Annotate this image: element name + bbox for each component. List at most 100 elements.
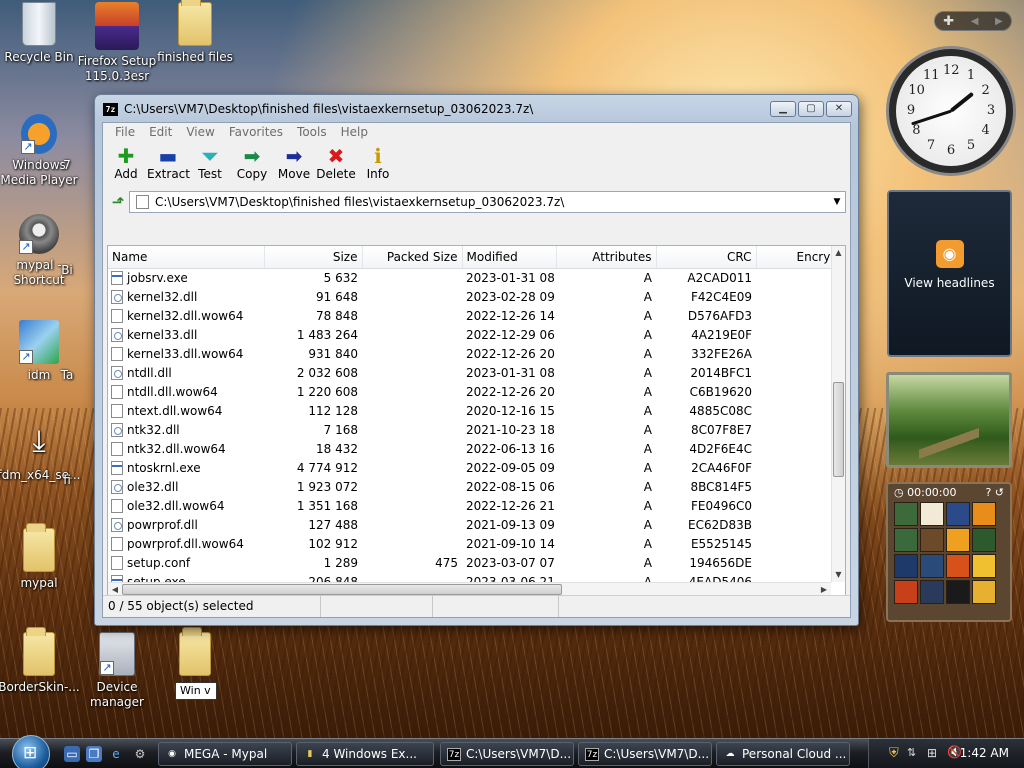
slideshow-gadget[interactable]: [886, 372, 1012, 468]
sevenzip-window[interactable]: 7z C:\Users\VM7\Desktop\finished files\v…: [94, 94, 859, 626]
prev-page-icon[interactable]: ◀: [971, 16, 979, 27]
taskbar-button[interactable]: 7z C:\Users\VM7\D...: [578, 742, 712, 766]
rename-input[interactable]: Win v: [175, 682, 217, 700]
switch-windows-icon[interactable]: ❐: [86, 746, 102, 762]
puzzle-grid[interactable]: [888, 502, 1010, 604]
column-header-packed-size[interactable]: Packed Size: [362, 246, 463, 269]
tray-arrows-icon[interactable]: ⇅: [907, 746, 916, 759]
menu-favorites[interactable]: Favorites: [222, 123, 290, 141]
column-header-crc[interactable]: CRC: [656, 246, 757, 269]
file-name: ntk32.dll.wow64: [127, 441, 226, 456]
taskbar-button[interactable]: ☁ Personal Cloud ...: [716, 742, 850, 766]
column-header-attributes[interactable]: Attributes: [556, 246, 657, 269]
menu-edit[interactable]: Edit: [142, 123, 179, 141]
horizontal-scroll-thumb[interactable]: [122, 584, 562, 595]
table-row[interactable]: ntdll.dll.wow64 1 220 608 2022-12-26 20:33…: [108, 382, 845, 401]
cell-size: 18 432: [316, 441, 358, 456]
file-name: kernel32.dll.wow64: [127, 308, 244, 323]
table-row[interactable]: kernel33.dll 1 483 264 2022-12-29 06:56 A 4A…: [108, 325, 845, 344]
table-row[interactable]: ole32.dll 1 923 072 2022-08-15 06:46 A 8BC81…: [108, 477, 845, 496]
move-button[interactable]: ➡ Move: [273, 141, 315, 189]
file-icon: [111, 384, 123, 399]
next-page-icon[interactable]: ▶: [995, 16, 1003, 27]
scroll-down-arrow-icon[interactable]: ▼: [832, 568, 845, 582]
info-button[interactable]: ℹ Info: [357, 141, 399, 189]
clock-numeral: 3: [986, 103, 996, 118]
vertical-scroll-thumb[interactable]: [833, 382, 844, 477]
show-desktop-icon[interactable]: ▭: [64, 746, 80, 762]
scroll-up-arrow-icon[interactable]: ▲: [832, 246, 845, 260]
desktop-icon-mypal-folder[interactable]: mypal: [0, 523, 81, 591]
cell-crc: 8C07F8E7: [690, 422, 752, 437]
table-row[interactable]: kernel32.dll.wow64 78 848 2022-12-26 14:39…: [108, 306, 845, 325]
window-titlebar[interactable]: 7z C:\Users\VM7\Desktop\finished files\v…: [95, 95, 858, 123]
up-folder-icon[interactable]: ⬏: [107, 192, 129, 212]
table-row[interactable]: powrprof.dll.wow64 102 912 2021-09-10 14:5…: [108, 534, 845, 553]
cell-modified: 2021-09-10 14:57: [466, 536, 556, 551]
test-button[interactable]: ⏷ Test: [189, 141, 231, 189]
taskbar-button[interactable]: 7z C:\Users\VM7\D...: [440, 742, 574, 766]
menu-help[interactable]: Help: [334, 123, 375, 141]
internet-explorer-icon[interactable]: e: [108, 746, 124, 762]
file-list[interactable]: Name Size Packed Size Modified Attribute…: [107, 245, 846, 597]
table-row[interactable]: ntext.dll.wow64 112 128 2020-12-16 15:52 A 4…: [108, 401, 845, 420]
table-row[interactable]: jobsrv.exe 5 632 2023-01-31 08:58 A A2CAD011: [108, 268, 845, 287]
desktop-icon-recycle-bin[interactable]: Recycle Bin: [0, 2, 81, 65]
partial-label: 7: [63, 158, 71, 172]
start-button[interactable]: [12, 735, 50, 768]
shield-icon[interactable]: ⛨: [889, 746, 899, 761]
desktop-icon-borderskin[interactable]: BorderSkin-...: [0, 627, 81, 695]
picture-puzzle-gadget[interactable]: ◷ 00:00:00 ? ↺: [886, 482, 1012, 622]
table-row[interactable]: ntdll.dll 2 032 608 2023-01-31 08:08 A 2014B…: [108, 363, 845, 382]
idm-icon: ↗: [19, 320, 59, 364]
column-header-name[interactable]: Name: [108, 246, 265, 269]
table-row[interactable]: powrprof.dll 127 488 2021-09-13 09:25 A EC62…: [108, 515, 845, 534]
feed-headlines-gadget[interactable]: ◉ View headlines: [887, 190, 1012, 357]
table-row[interactable]: ole32.dll.wow64 1 351 168 2022-12-26 21:27…: [108, 496, 845, 515]
menu-tools[interactable]: Tools: [290, 123, 334, 141]
column-header-row: Name Size Packed Size Modified Attribute…: [108, 246, 845, 269]
address-bar[interactable]: C:\Users\VM7\Desktop\finished files\vist…: [129, 191, 846, 213]
cell-packed: [362, 534, 462, 553]
vertical-scrollbar[interactable]: ▲ ▼: [831, 246, 845, 582]
desktop-icon-label: mypal: [20, 576, 58, 590]
horizontal-scrollbar[interactable]: ◀ ▶: [108, 582, 831, 596]
desktop-icon-new-folder[interactable]: [153, 627, 237, 680]
taskbar-clock[interactable]: 1:42 AM: [960, 746, 1009, 760]
menu-file[interactable]: File: [108, 123, 142, 141]
desktop-icon-firefox-setup[interactable]: Firefox Setup 115.0.3esr: [75, 2, 159, 84]
taskbar-button[interactable]: ▮ 4 Windows Ex...: [296, 742, 434, 766]
table-row[interactable]: kernel32.dll 91 648 2023-02-28 09:52 A F42C4…: [108, 287, 845, 306]
menu-view[interactable]: View: [179, 123, 221, 141]
desktop-icon-device-manager[interactable]: ↗ Device manager: [75, 632, 159, 710]
quicklaunch-icon[interactable]: ⚙: [132, 746, 148, 762]
desktop-icon-finished-files[interactable]: finished files: [153, 0, 237, 65]
chevron-down-icon[interactable]: ▼: [829, 197, 845, 207]
sevenzip-app-icon: 7z: [103, 102, 118, 116]
add-gadget-icon[interactable]: ✚: [943, 14, 954, 29]
table-row[interactable]: ntoskrnl.exe 4 774 912 2022-09-05 09:09 A 2C…: [108, 458, 845, 477]
maximize-button[interactable]: ▢: [798, 101, 824, 117]
taskbar-button[interactable]: ◉ MEGA - Mypal: [158, 742, 292, 766]
minimize-button[interactable]: ▁: [770, 101, 796, 117]
clock-gadget[interactable]: 12 1 2 3 4 5 6 7 8 9 10 11: [886, 46, 1016, 176]
puzzle-help-icon[interactable]: ? ↺: [985, 486, 1004, 500]
sidebar-controls[interactable]: ✚ ◀ ▶: [934, 11, 1012, 31]
file-icon: [136, 195, 149, 209]
view-headlines-label[interactable]: View headlines: [889, 276, 1010, 290]
cell-name: kernel32.dll: [108, 287, 264, 306]
network-icon[interactable]: ⊞: [927, 746, 937, 760]
table-row[interactable]: setup.conf 1 289 475 2023-03-07 07:05 A 19465…: [108, 553, 845, 572]
table-row[interactable]: ntk32.dll.wow64 18 432 2022-06-13 16:36 A 4D…: [108, 439, 845, 458]
copy-button[interactable]: ➡ Copy: [231, 141, 273, 189]
extract-button[interactable]: ▬ Extract: [147, 141, 190, 189]
close-button[interactable]: ✕: [826, 101, 852, 117]
column-header-modified[interactable]: Modified: [462, 246, 557, 269]
folder-icon: ▮: [307, 748, 313, 759]
table-row[interactable]: ntk32.dll 7 168 2021-10-23 18:44 A 8C07F8E7: [108, 420, 845, 439]
column-header-size[interactable]: Size: [264, 246, 363, 269]
delete-button[interactable]: ✖ Delete: [315, 141, 357, 189]
table-row[interactable]: kernel33.dll.wow64 931 840 2022-12-26 20:1…: [108, 344, 845, 363]
desktop-icon-windows-media-player[interactable]: ↗ Windows Media Player: [0, 114, 81, 188]
add-button[interactable]: ✚ Add: [105, 141, 147, 189]
